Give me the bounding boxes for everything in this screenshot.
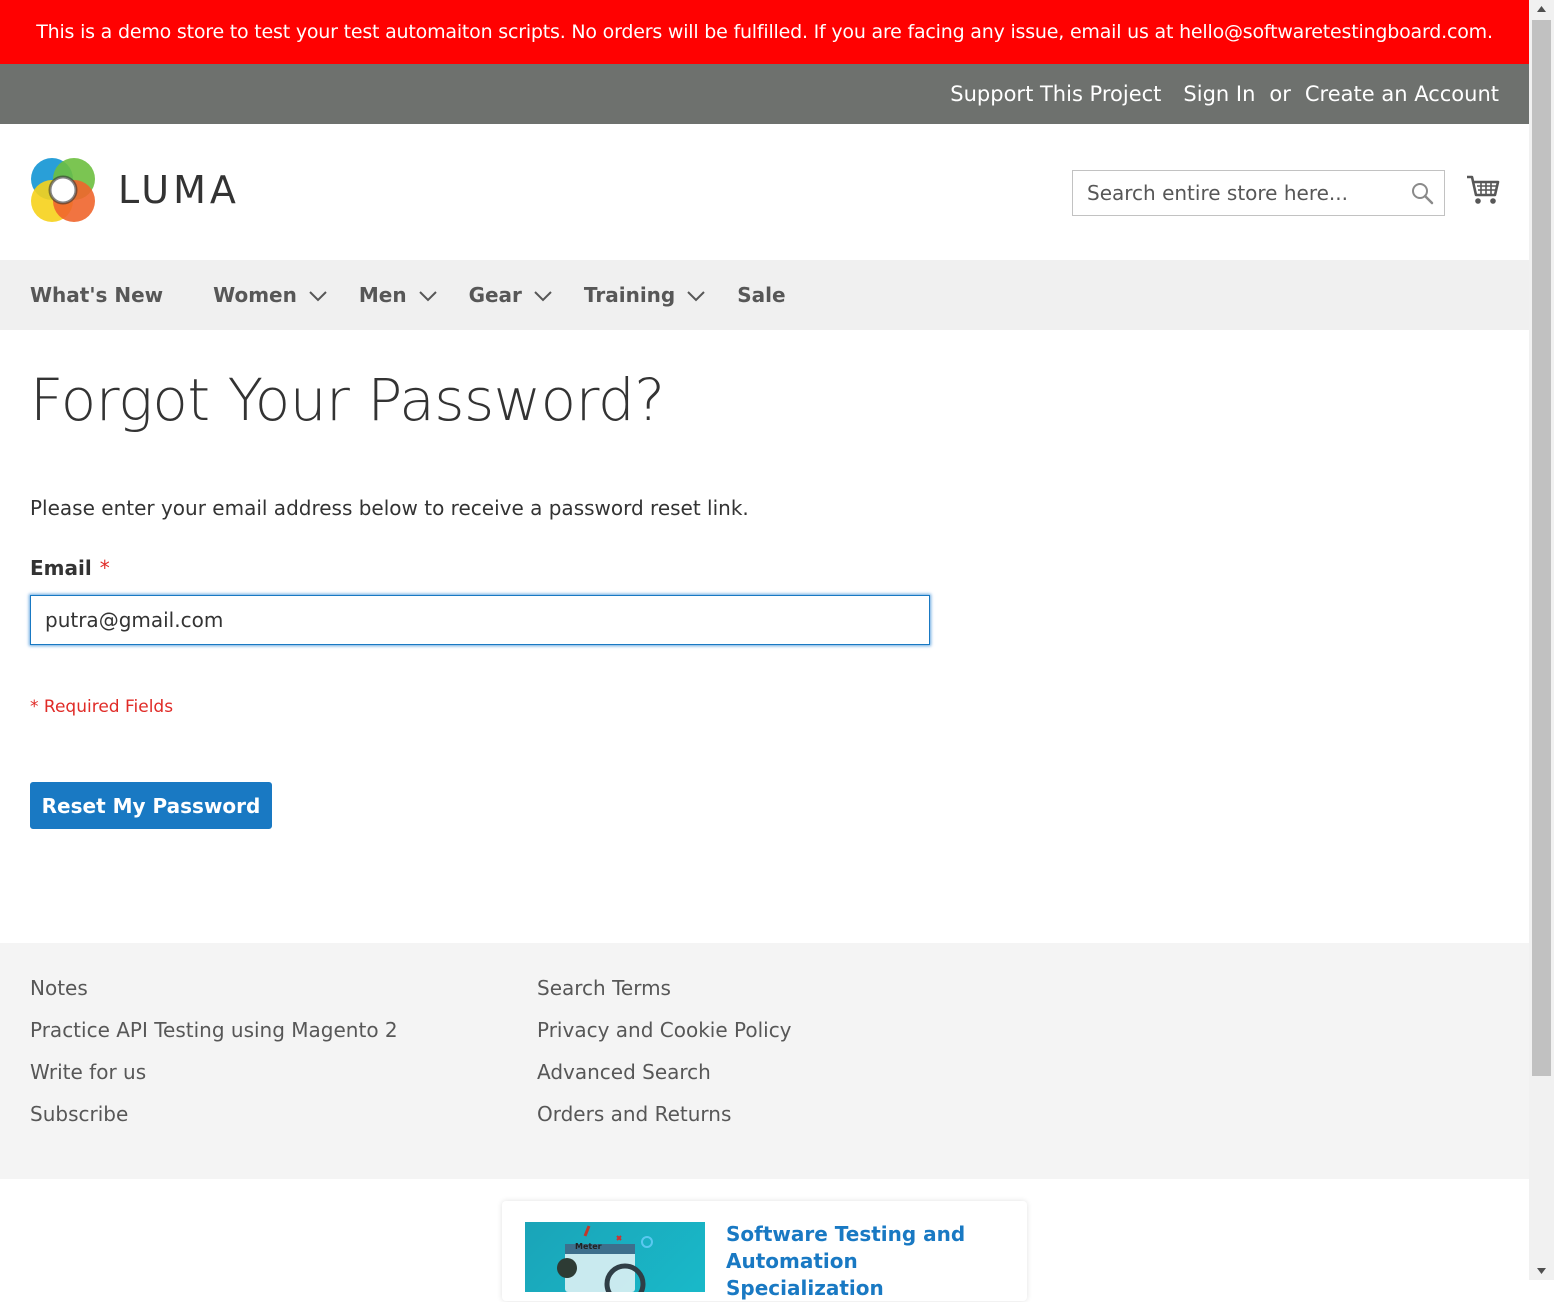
or-separator: or xyxy=(1269,82,1291,106)
footer-link[interactable]: Notes xyxy=(30,973,398,1015)
scrollbar-thumb[interactable] xyxy=(1532,20,1551,1076)
course-ad-card[interactable]: Meter Software Testing and Automation Sp… xyxy=(502,1201,1027,1301)
course-ad-title[interactable]: Software Testing and Automation Speciali… xyxy=(726,1221,1016,1302)
page-scrollbar[interactable] xyxy=(1529,0,1554,1280)
demo-notice-banner: This is a demo store to test your test a… xyxy=(0,0,1529,64)
email-label: Email * xyxy=(30,556,110,580)
footer-link[interactable]: Advanced Search xyxy=(537,1057,792,1099)
sign-in-link[interactable]: Sign In xyxy=(1183,82,1255,106)
required-fields-note: * Required Fields xyxy=(30,697,174,717)
page-title: Forgot Your Password? xyxy=(30,366,665,434)
main-navigation: What's New Women Men Gear Training Sale xyxy=(0,260,1529,330)
logo-text: LUMA xyxy=(118,168,240,212)
footer-link[interactable]: Subscribe xyxy=(30,1099,398,1141)
nav-item-label: Training xyxy=(583,283,676,307)
footer-links-right: Search Terms Privacy and Cookie Policy Adv… xyxy=(537,973,792,1141)
course-thumbnail-text: Meter xyxy=(575,1242,602,1251)
footer-link[interactable]: Privacy and Cookie Policy xyxy=(537,1015,792,1057)
nav-item-label: What's New xyxy=(30,283,164,307)
chevron-down-icon xyxy=(534,283,552,307)
footer-links-left: Notes Practice API Testing using Magento … xyxy=(30,973,398,1141)
footer-link[interactable]: Search Terms xyxy=(537,973,792,1015)
email-field[interactable] xyxy=(30,595,930,645)
top-links-bar: Support This Project Sign In or Create a… xyxy=(0,64,1529,124)
nav-item-what-s-new[interactable]: What's New xyxy=(30,283,163,307)
scroll-up-arrow-icon[interactable] xyxy=(1529,0,1554,18)
reset-password-button[interactable]: Reset My Password xyxy=(30,782,272,829)
nav-item-label: Men xyxy=(358,283,407,307)
nav-item-training[interactable]: Training xyxy=(584,283,705,307)
luma-logo-icon xyxy=(31,158,95,222)
main-content: Forgot Your Password? Please enter your … xyxy=(0,330,1529,943)
footer-link[interactable]: Orders and Returns xyxy=(537,1099,792,1141)
nav-item-women[interactable]: Women xyxy=(213,283,327,307)
scroll-down-arrow-icon[interactable] xyxy=(1529,1262,1554,1280)
luma-logo[interactable]: LUMA xyxy=(30,157,240,223)
chevron-down-icon xyxy=(309,283,327,307)
nav-item-label: Women xyxy=(213,283,297,307)
instruction-text: Please enter your email address below to… xyxy=(30,496,749,520)
footer-link[interactable]: Write for us xyxy=(30,1057,398,1099)
footer-link[interactable]: Practice API Testing using Magento 2 xyxy=(30,1015,398,1057)
course-thumbnail: Meter xyxy=(525,1222,705,1292)
nav-item-label: Sale xyxy=(737,283,786,307)
site-footer: Notes Practice API Testing using Magento … xyxy=(0,943,1529,1179)
email-label-text: Email xyxy=(30,556,92,580)
search-icon[interactable] xyxy=(1400,181,1444,205)
chevron-down-icon xyxy=(418,283,437,307)
create-account-link[interactable]: Create an Account xyxy=(1305,82,1499,106)
chevron-down-icon xyxy=(687,283,705,307)
search-input[interactable] xyxy=(1073,171,1400,215)
nav-item-gear[interactable]: Gear xyxy=(469,283,552,307)
required-asterisk: * xyxy=(99,556,110,580)
nav-item-sale[interactable]: Sale xyxy=(737,283,785,307)
page: This is a demo store to test your test a… xyxy=(0,0,1529,1280)
support-project-link[interactable]: Support This Project xyxy=(950,82,1161,106)
demo-notice-text: This is a demo store to test your test a… xyxy=(36,21,1493,43)
cart-icon[interactable] xyxy=(1466,174,1500,210)
nav-item-label: Gear xyxy=(468,283,522,307)
search-box xyxy=(1072,170,1445,216)
site-header: LUMA xyxy=(0,124,1529,260)
nav-item-men[interactable]: Men xyxy=(359,283,437,307)
